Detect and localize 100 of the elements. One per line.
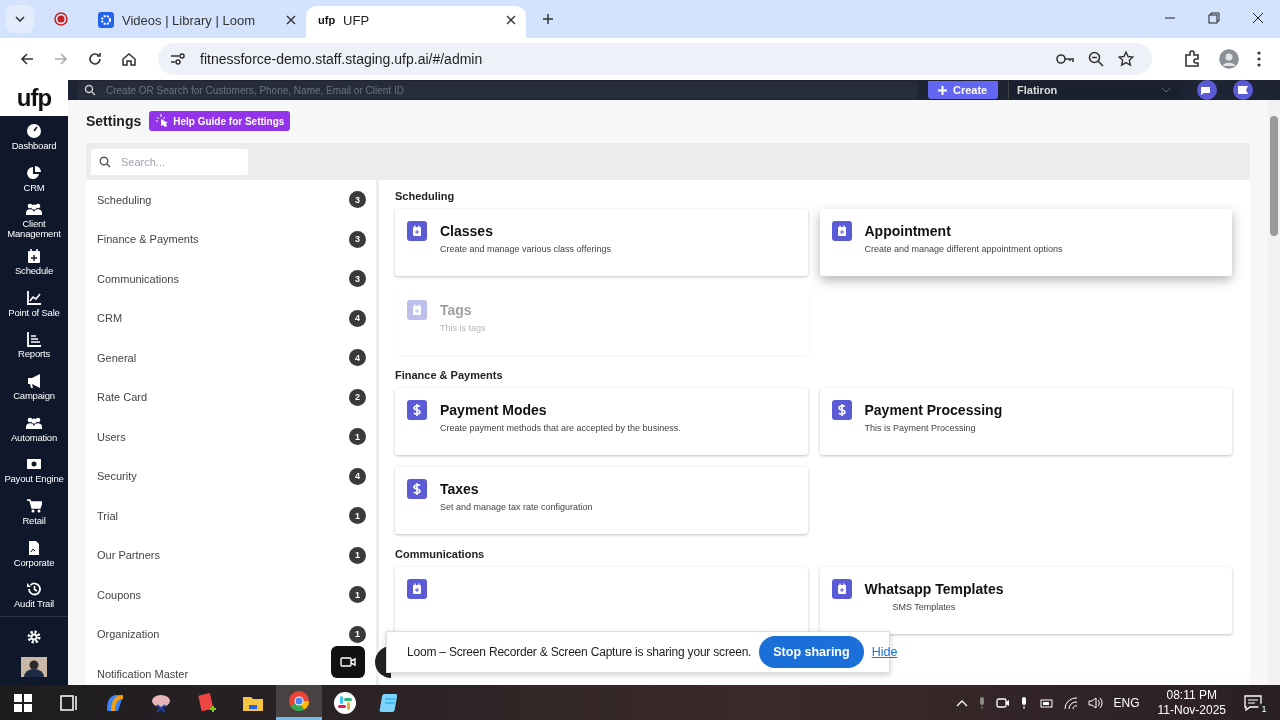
zoom-out-icon[interactable] <box>1088 51 1104 67</box>
count-badge: 1 <box>349 546 366 564</box>
card-description: SMS Templates <box>891 602 957 612</box>
profile-avatar[interactable] <box>1219 49 1239 69</box>
close-icon <box>1252 12 1264 24</box>
url-text: fitnessforce-demo.staff.staging.ufp.ai/#/admin <box>200 51 483 67</box>
microphone-icon[interactable] <box>1019 695 1028 710</box>
category-item[interactable]: Communications <box>97 272 179 285</box>
address-bar[interactable]: fitnessforce-demo.staff.staging.ufp.ai/#/admin <box>158 43 1152 75</box>
count-badge: 1 <box>349 625 366 643</box>
settings-card[interactable]: Appointment Create and manage different appointment options <box>819 209 1232 276</box>
section-title: Scheduling <box>395 190 456 202</box>
wifi-icon[interactable] <box>1063 696 1078 709</box>
category-item[interactable]: Coupons <box>97 588 142 601</box>
close-icon[interactable] <box>506 15 516 25</box>
scrollbar[interactable] <box>1268 100 1280 685</box>
chevron-up-icon[interactable] <box>955 698 968 707</box>
settings-card[interactable]: Whatsapp Templates SMS Templates <box>819 567 1232 634</box>
category-item[interactable]: Our Partners <box>97 549 160 562</box>
site-settings-icon[interactable] <box>170 52 186 66</box>
megaphone-icon <box>26 373 42 389</box>
browser-tab[interactable]: ufp UFP <box>306 6 526 38</box>
nav-item[interactable]: Reports <box>0 324 68 367</box>
category-item[interactable]: Trial <box>97 509 118 522</box>
nav-item[interactable]: Audit Trail <box>0 574 68 617</box>
nav-item[interactable]: Point of Sale <box>0 282 68 325</box>
gauge-icon <box>26 122 42 139</box>
sticky-note-icon <box>195 690 219 715</box>
category-item[interactable]: Notification Master <box>97 667 189 680</box>
chevron-down-icon <box>1161 87 1171 93</box>
nav-item[interactable]: Automation <box>0 407 68 450</box>
category-item[interactable]: General <box>97 351 137 364</box>
user-avatar[interactable] <box>21 657 47 678</box>
category-item[interactable]: Security <box>97 470 137 483</box>
card-title: Tags <box>440 302 473 318</box>
settings-search-field[interactable]: Search... <box>91 148 248 175</box>
key-icon[interactable] <box>1056 53 1074 65</box>
nav-item[interactable]: Corporate <box>0 532 68 575</box>
nav-item[interactable]: Client Management <box>0 199 68 242</box>
calendar-icon <box>26 247 42 264</box>
count-badge: 1 <box>349 586 366 604</box>
bookmark-star-icon[interactable] <box>1118 51 1134 67</box>
count-badge: 3 <box>349 191 366 209</box>
settings-card[interactable]: Payment Modes Create payment methods that are accepted by the business. <box>395 388 808 455</box>
category-item[interactable]: Users <box>97 430 126 443</box>
nav-item[interactable]: Payout Engine <box>0 449 68 492</box>
nav-item[interactable]: Campaign <box>0 366 68 408</box>
calendar-icon <box>831 579 852 599</box>
notification-icon[interactable] <box>1231 80 1255 100</box>
settings-card[interactable]: Payment Processing This is Payment Processing <box>819 388 1232 455</box>
clock[interactable]: 08:11 PM 11-Nov-2025 <box>1157 687 1226 718</box>
history-icon <box>26 581 42 598</box>
tab-search-button[interactable] <box>6 5 34 33</box>
extensions-icon[interactable] <box>1183 50 1201 68</box>
count-badge: 2 <box>349 388 366 406</box>
close-icon[interactable] <box>286 15 296 25</box>
card-title: Taxes <box>440 481 480 497</box>
hide-link[interactable]: Hide <box>871 645 898 659</box>
notification-center-icon[interactable] <box>1244 694 1262 711</box>
category-item[interactable]: Rate Card <box>97 391 148 404</box>
reload-icon[interactable] <box>87 51 103 67</box>
line-chart-icon <box>26 289 42 306</box>
home-icon[interactable] <box>121 51 137 67</box>
card-description: Create and manage various class offerings <box>440 244 611 254</box>
settings-card[interactable]: Taxes Set and manage tax rate configuration <box>395 467 808 534</box>
chevron-down-icon <box>15 16 25 22</box>
calendar-icon <box>407 579 427 599</box>
card-title: Payment Modes <box>440 402 548 418</box>
category-item[interactable]: Organization <box>97 628 160 641</box>
volume-icon[interactable] <box>1087 696 1104 709</box>
help-guide-button[interactable]: Help Guide for Settings <box>149 111 291 131</box>
card-description: Set and manage tax rate configuration <box>440 502 593 512</box>
card-description: This is Payment Processing <box>864 423 977 433</box>
settings-card[interactable]: Classes Create and manage various class offerings <box>395 209 808 276</box>
menu-icon[interactable] <box>1257 51 1261 67</box>
category-item[interactable]: Scheduling <box>97 193 152 206</box>
loom-camera-bubble[interactable] <box>331 646 365 678</box>
nav-item[interactable]: Schedule <box>0 241 68 283</box>
battery-icon[interactable] <box>1037 696 1054 709</box>
page-title: Settings <box>86 113 142 129</box>
language-indicator[interactable]: ENG <box>1113 695 1140 710</box>
global-search-field[interactable]: Create OR Search for Customers, Phone, Name, Email or Client ID <box>78 81 918 99</box>
create-button[interactable]: Create <box>928 81 998 99</box>
category-item[interactable]: CRM <box>97 312 123 325</box>
nav-item[interactable]: CRM <box>0 157 68 200</box>
section-title: Finance & Payments <box>395 369 504 381</box>
dollar-icon <box>831 400 852 420</box>
category-item[interactable]: Finance & Payments <box>97 233 199 246</box>
location-select[interactable]: Flatiron <box>1008 81 1183 99</box>
chat-icon[interactable] <box>1195 80 1219 100</box>
count-badge: 4 <box>349 309 366 327</box>
restore-icon <box>1208 12 1220 24</box>
back-icon[interactable] <box>19 51 35 67</box>
stop-sharing-button[interactable]: Stop sharing <box>759 636 864 668</box>
camera-icon[interactable] <box>995 695 1010 710</box>
browser-tab[interactable]: Videos | Library | Loom <box>86 6 306 38</box>
chrome-icon <box>287 689 311 713</box>
nav-item[interactable]: Dashboard <box>0 116 68 158</box>
nav-item[interactable]: Retail <box>0 491 68 533</box>
settings-icon[interactable] <box>26 629 42 646</box>
